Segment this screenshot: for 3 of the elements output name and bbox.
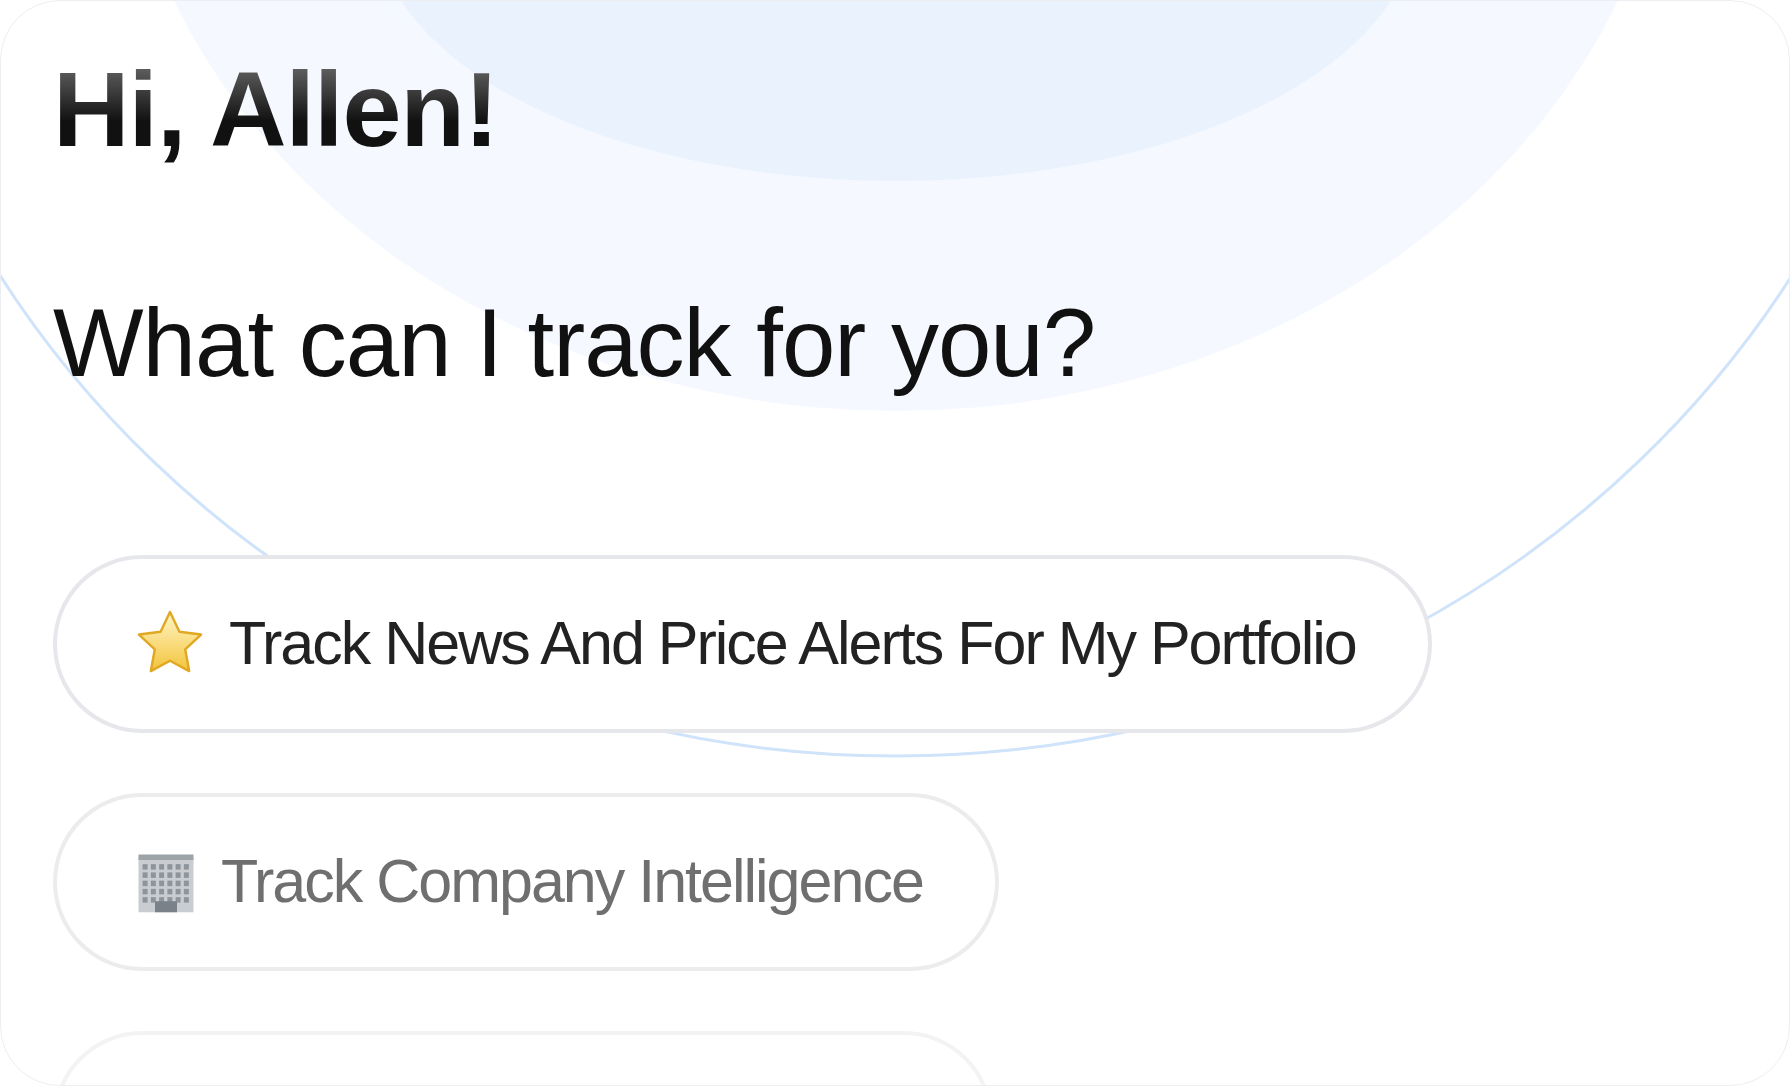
suggestion-chip[interactable]: Track News And Price Alerts For My Portfolio	[53, 555, 1432, 734]
suggestion-chip[interactable]: Track Company Intelligence	[53, 793, 999, 972]
prompt-heading: What can I track for you?	[53, 289, 1097, 396]
